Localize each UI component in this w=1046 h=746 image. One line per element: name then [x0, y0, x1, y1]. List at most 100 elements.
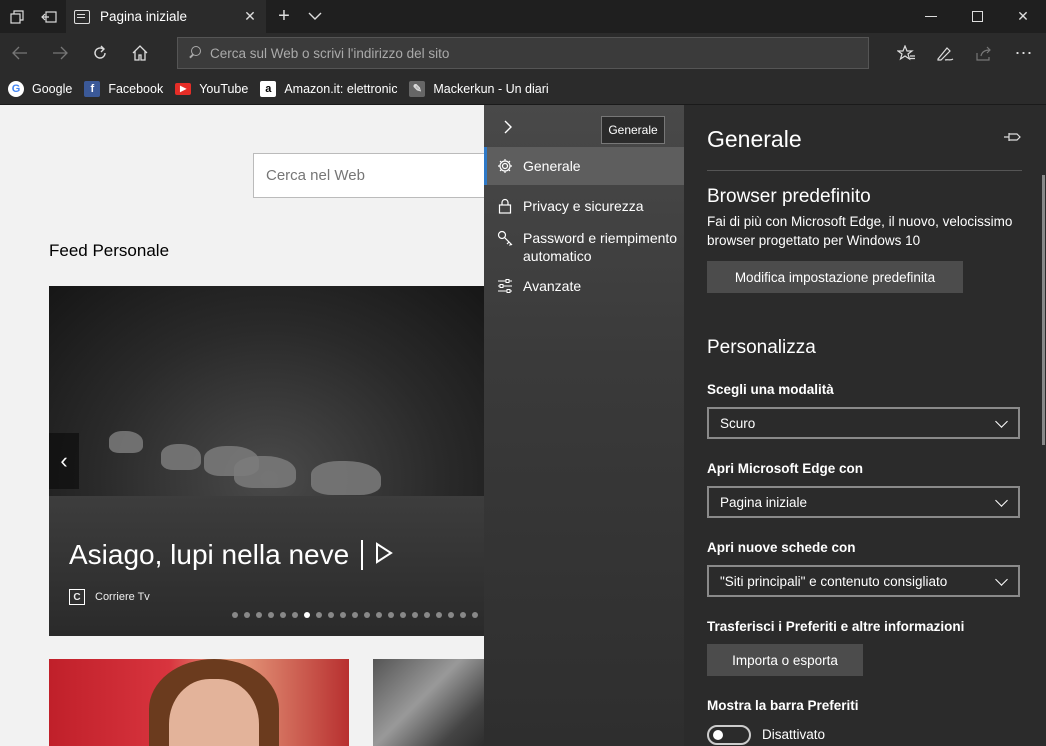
mode-label: Scegli una modalità: [707, 382, 834, 397]
minimize-icon[interactable]: [908, 0, 954, 33]
sliders-icon: [496, 277, 514, 295]
chevron-down-icon: [994, 495, 1008, 509]
carousel-dot[interactable]: [316, 612, 322, 618]
carousel-dot[interactable]: [400, 612, 406, 618]
favorites-icon[interactable]: [890, 37, 922, 69]
news-thumbnail[interactable]: [49, 659, 349, 746]
key-icon: [496, 229, 514, 247]
favorites-bar-state: Disattivato: [762, 727, 826, 742]
play-icon[interactable]: [375, 539, 393, 571]
back-icon[interactable]: [4, 37, 36, 69]
favorite-label: YouTube: [199, 81, 249, 96]
carousel-dots: [232, 612, 484, 618]
favorite-amazon[interactable]: a Amazon.it: elettronica: [260, 80, 398, 97]
transfer-label: Trasferisci i Preferiti e altre informaz…: [707, 619, 965, 634]
search-icon: [188, 46, 202, 60]
wolf-shape: [161, 444, 201, 470]
divider: [707, 170, 1022, 171]
favorite-mackerkun[interactable]: ✎ Mackerkun - Un diari: [409, 80, 549, 97]
carousel-dot[interactable]: [352, 612, 358, 618]
favorite-facebook[interactable]: f Facebook: [84, 80, 164, 97]
title-bar: Pagina iniziale ✕ + ✕: [0, 0, 1046, 33]
carousel-dot[interactable]: [388, 612, 394, 618]
carousel-dot[interactable]: [256, 612, 262, 618]
hero-headline-text: Asiago, lupi nella neve: [69, 539, 350, 570]
mode-select[interactable]: Scuro: [707, 407, 1020, 439]
favorites-bar-toggle[interactable]: [707, 725, 751, 745]
pin-icon[interactable]: [1002, 129, 1022, 145]
carousel-dot[interactable]: [376, 612, 382, 618]
settings-nav-generale[interactable]: Generale: [484, 147, 684, 185]
refresh-icon[interactable]: [84, 37, 116, 69]
change-default-button[interactable]: Modifica impostazione predefinita: [707, 261, 963, 293]
carousel-dot[interactable]: [364, 612, 370, 618]
settings-nav-privacy[interactable]: Privacy e sicurezza: [484, 197, 684, 215]
carousel-dot[interactable]: [340, 612, 346, 618]
hero-headline[interactable]: Asiago, lupi nella neve: [69, 539, 393, 571]
carousel-prev-button[interactable]: ‹: [49, 433, 79, 489]
carousel-dot[interactable]: [268, 612, 274, 618]
open-with-label: Apri Microsoft Edge con: [707, 461, 864, 476]
forward-icon[interactable]: [44, 37, 76, 69]
carousel-dot[interactable]: [280, 612, 286, 618]
new-tab-page: Cerca nel Web Feed Personale ‹ Asiago, l…: [0, 105, 484, 746]
carousel-dot[interactable]: [292, 612, 298, 618]
pen-icon[interactable]: [929, 37, 961, 69]
news-thumbnail[interactable]: [373, 659, 484, 746]
facebook-icon: f: [84, 80, 101, 97]
close-icon[interactable]: ✕: [242, 8, 258, 24]
amazon-icon: a: [260, 80, 277, 97]
web-search-input[interactable]: Cerca nel Web: [253, 153, 484, 198]
carousel-dot[interactable]: [460, 612, 466, 618]
feed-title: Feed Personale: [49, 241, 170, 260]
nav-label: Generale: [523, 158, 581, 174]
back-to-tabs-icon[interactable]: [33, 0, 65, 33]
home-icon[interactable]: [124, 37, 156, 69]
carousel-dot[interactable]: [448, 612, 454, 618]
favorite-google[interactable]: G Google: [8, 80, 72, 97]
more-icon[interactable]: ⋯: [1008, 37, 1040, 69]
new-tab-icon[interactable]: +: [272, 4, 296, 28]
wolf-shape: [234, 456, 296, 488]
share-icon[interactable]: [968, 37, 1000, 69]
scrollbar[interactable]: [1042, 175, 1045, 445]
section-title-default-browser: Browser predefinito: [707, 186, 871, 207]
tab-set-aside-icon[interactable]: [1, 0, 33, 33]
favorite-label: Facebook: [108, 81, 164, 96]
hero-source: C Corriere Tv: [69, 589, 150, 605]
window-close-icon[interactable]: ✕: [1000, 0, 1046, 33]
carousel-dot[interactable]: [436, 612, 442, 618]
carousel-dot[interactable]: [472, 612, 478, 618]
carousel-dot[interactable]: [412, 612, 418, 618]
chevron-down-icon: [994, 574, 1008, 588]
carousel-dot[interactable]: [244, 612, 250, 618]
favorite-label: Amazon.it: elettronica: [284, 81, 398, 96]
favorite-youtube[interactable]: ▶ YouTube: [175, 82, 248, 96]
maximize-icon[interactable]: [954, 0, 1000, 33]
tab-pagina-iniziale[interactable]: Pagina iniziale ✕: [66, 0, 266, 33]
open-with-select[interactable]: Pagina iniziale: [707, 486, 1020, 518]
import-export-button[interactable]: Importa o esporta: [707, 644, 863, 676]
settings-nav-pane: Generale Privacy e sicurezza Password e …: [484, 105, 684, 746]
hero-source-name: Corriere Tv: [95, 591, 150, 603]
open-with-value: Pagina iniziale: [720, 494, 808, 510]
nav-label: Password e riempimento automatico: [523, 230, 678, 264]
navigation-bar: Cerca sul Web o scrivi l'indirizzo del s…: [0, 33, 1046, 73]
carousel-dot[interactable]: [304, 612, 310, 618]
settings-nav-avanzate[interactable]: Avanzate: [484, 277, 684, 295]
tooltip: Generale: [601, 116, 665, 144]
mackerkun-icon: ✎: [409, 80, 426, 97]
chevron-down-icon[interactable]: [303, 6, 327, 26]
carousel-dot[interactable]: [232, 612, 238, 618]
carousel-dot[interactable]: [424, 612, 430, 618]
new-tabs-label: Apri nuove schede con: [707, 540, 856, 555]
new-tabs-select[interactable]: "Siti principali" e contenuto consigliat…: [707, 565, 1020, 597]
carousel-dot[interactable]: [328, 612, 334, 618]
settings-nav-password[interactable]: Password e riempimento automatico: [484, 229, 684, 265]
settings-pane: Generale Browser predefinito Fai di più …: [684, 105, 1046, 746]
address-bar[interactable]: Cerca sul Web o scrivi l'indirizzo del s…: [177, 37, 869, 69]
default-browser-description: Fai di più con Microsoft Edge, il nuovo,…: [707, 214, 1013, 248]
google-icon: G: [8, 80, 24, 97]
hero-news-card[interactable]: ‹ Asiago, lupi nella neve C Corriere Tv: [49, 286, 484, 636]
collapse-chevron-icon[interactable]: [496, 115, 520, 139]
